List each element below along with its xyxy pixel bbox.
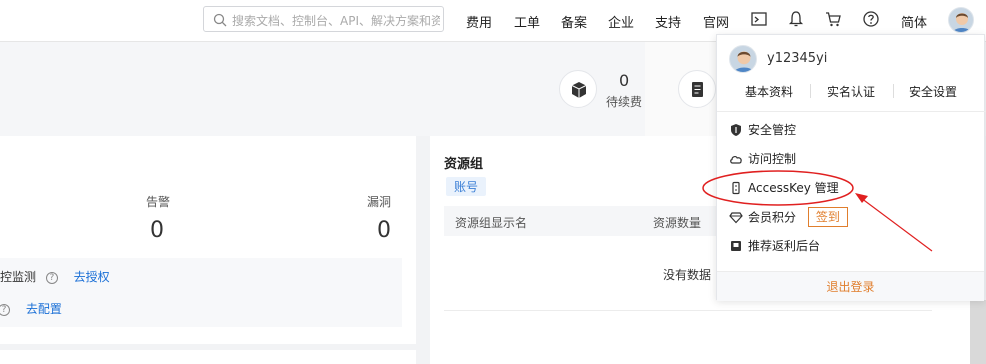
menu-label: 访问控制: [748, 152, 797, 166]
col-group-name: 资源组显示名: [455, 216, 528, 230]
renewal-label[interactable]: 待续费: [606, 93, 642, 110]
config-row: ? 去配置: [0, 300, 62, 317]
package-icon: [559, 70, 597, 108]
bell-icon[interactable]: [787, 10, 805, 28]
menu-member-points[interactable]: 会员积分 签到: [729, 207, 848, 227]
nav-icp[interactable]: 备案: [561, 12, 587, 31]
renewal-count: 0: [619, 71, 630, 90]
table-divider: [444, 310, 932, 311]
avatar-image: [952, 13, 972, 32]
configure-link[interactable]: 去配置: [26, 302, 62, 316]
help-icon[interactable]: [862, 10, 880, 28]
account-tabs: 基本资料 实名认证 安全设置: [717, 79, 986, 103]
security-card: 告警 0 漏洞 0 控监测 ? 去授权 ? 去配置: [0, 136, 416, 344]
tab-security-settings[interactable]: 安全设置: [909, 83, 957, 100]
menu-label: 会员积分: [748, 210, 797, 225]
question-icon[interactable]: ?: [45, 271, 58, 284]
empty-state: 没有数据: [663, 268, 712, 282]
dropdown-avatar: [729, 45, 757, 73]
menu-label: 安全管控: [748, 123, 797, 137]
referral-icon: [731, 240, 741, 251]
authorization-row: 控监测 ? 去授权: [0, 268, 110, 285]
nav-billing[interactable]: 费用: [466, 12, 492, 31]
tab-basic-info[interactable]: 基本资料: [745, 83, 793, 100]
alert-count[interactable]: 0: [150, 218, 164, 243]
user-dropdown: y12345yi 基本资料 实名认证 安全设置 安全管控 访问控制 Access…: [716, 34, 986, 301]
menu-security-control[interactable]: 安全管控: [729, 121, 796, 141]
username: y12345yi: [767, 51, 828, 66]
menu-label: 推荐返利后台: [748, 239, 821, 253]
menu-accesskey[interactable]: AccessKey 管理: [729, 179, 839, 199]
nav-website[interactable]: 官网: [703, 12, 729, 31]
nav-enterprise[interactable]: 企业: [608, 12, 634, 31]
monitor-text: 控监测: [0, 270, 37, 284]
resource-group-title: 资源组: [444, 157, 484, 172]
col-resource-count: 资源数量: [653, 216, 702, 230]
account-tag[interactable]: 账号: [446, 177, 487, 196]
document-icon: [678, 70, 716, 108]
scrollbar[interactable]: [970, 300, 986, 364]
menu-access-control[interactable]: 访问控制: [729, 150, 796, 170]
tab-real-name[interactable]: 实名认证: [827, 83, 875, 100]
question-icon[interactable]: ?: [0, 303, 10, 316]
logout-button[interactable]: 退出登录: [717, 271, 984, 301]
global-search[interactable]: 搜索文档、控制台、API、解决方案和资源: [203, 6, 444, 32]
signin-button[interactable]: 签到: [807, 207, 848, 227]
user-avatar[interactable]: [948, 7, 974, 33]
menu-referral[interactable]: 推荐返利后台: [729, 237, 820, 257]
nav-support[interactable]: 支持: [655, 12, 681, 31]
avatar-image: [734, 51, 754, 72]
authorization-box: 控监测 ? 去授权 ? 去配置: [0, 258, 402, 327]
cart-icon[interactable]: [824, 10, 842, 28]
alert-label: 告警: [146, 195, 171, 209]
tab-separator: [893, 84, 894, 98]
shield-icon: [731, 123, 741, 136]
diamond-icon: [729, 212, 743, 224]
nav-ticket[interactable]: 工单: [514, 12, 540, 31]
authorize-link[interactable]: 去授权: [74, 270, 110, 284]
vuln-label: 漏洞: [367, 195, 392, 209]
menu-label: AccessKey 管理: [748, 181, 839, 195]
tab-separator: [810, 84, 811, 98]
console-icon[interactable]: [750, 10, 768, 28]
search-input[interactable]: 搜索文档、控制台、API、解决方案和资源: [232, 12, 440, 29]
search-icon: [213, 13, 227, 27]
language-switch[interactable]: 简体: [901, 12, 927, 31]
vuln-count[interactable]: 0: [377, 218, 391, 243]
key-icon: [732, 181, 740, 194]
cloud-icon: [730, 155, 742, 164]
lower-card: [0, 350, 416, 364]
dropdown-divider: [717, 111, 986, 112]
